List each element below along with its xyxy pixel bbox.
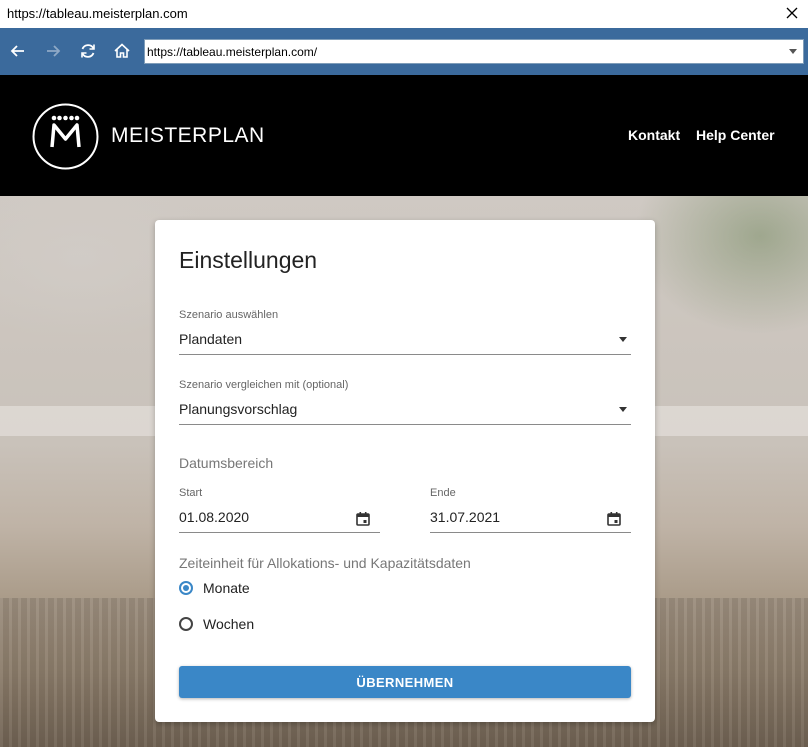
start-date-label: Start <box>179 487 203 499</box>
meisterplan-logo-icon[interactable] <box>32 103 99 170</box>
browser-toolbar <box>0 28 808 75</box>
back-arrow-icon[interactable] <box>7 40 29 62</box>
field-underline <box>179 532 380 533</box>
address-bar[interactable] <box>144 39 804 64</box>
refresh-icon[interactable] <box>77 40 99 62</box>
window-title: https://tableau.meisterplan.com <box>7 6 188 21</box>
url-input[interactable] <box>145 40 765 63</box>
start-date-field[interactable]: Start 01.08.2020 <box>179 487 380 534</box>
field-underline <box>179 354 631 355</box>
radio-unselected-icon[interactable] <box>179 617 193 631</box>
apply-button[interactable]: ÜBERNEHMEN <box>179 666 631 698</box>
calendar-icon[interactable] <box>606 511 622 527</box>
end-date-value: 31.07.2021 <box>430 509 501 525</box>
settings-card: Einstellungen Szenario auswählen Plandat… <box>155 220 655 722</box>
compare-scenario-label: Szenario vergleichen mit (optional) <box>179 379 349 391</box>
caret-down-icon[interactable] <box>619 337 627 342</box>
brand-name: MEISTERPLAN <box>111 124 265 147</box>
home-icon[interactable] <box>111 40 133 62</box>
scenario-select[interactable]: Szenario auswählen Plandaten <box>179 309 631 356</box>
compare-scenario-select[interactable]: Szenario vergleichen mit (optional) Plan… <box>179 379 631 426</box>
date-range-heading: Datumsbereich <box>179 455 274 471</box>
site-header: MEISTERPLAN Kontakt Help Center <box>0 75 808 196</box>
scenario-value: Plandaten <box>179 331 243 347</box>
radio-selected-icon[interactable] <box>179 581 193 595</box>
field-underline <box>430 532 631 533</box>
nav-link-kontakt[interactable]: Kontakt <box>628 127 680 143</box>
page-title: Einstellungen <box>179 247 318 273</box>
radio-label-monate: Monate <box>203 580 250 596</box>
time-unit-heading: Zeiteinheit für Allokations- und Kapazit… <box>179 555 471 571</box>
calendar-icon[interactable] <box>355 511 371 527</box>
chevron-down-icon[interactable] <box>789 49 797 54</box>
caret-down-icon[interactable] <box>619 407 627 412</box>
forward-arrow-icon[interactable] <box>42 40 64 62</box>
close-icon[interactable] <box>782 3 802 23</box>
nav-link-help-center[interactable]: Help Center <box>696 127 775 143</box>
field-underline <box>179 424 631 425</box>
scenario-label: Szenario auswählen <box>179 309 279 321</box>
end-date-label: Ende <box>430 487 456 499</box>
start-date-value: 01.08.2020 <box>179 509 250 525</box>
compare-scenario-value: Planungsvorschlag <box>179 401 298 417</box>
radio-label-wochen: Wochen <box>203 616 255 632</box>
window-titlebar: https://tableau.meisterplan.com <box>0 0 808 28</box>
end-date-field[interactable]: Ende 31.07.2021 <box>430 487 631 534</box>
